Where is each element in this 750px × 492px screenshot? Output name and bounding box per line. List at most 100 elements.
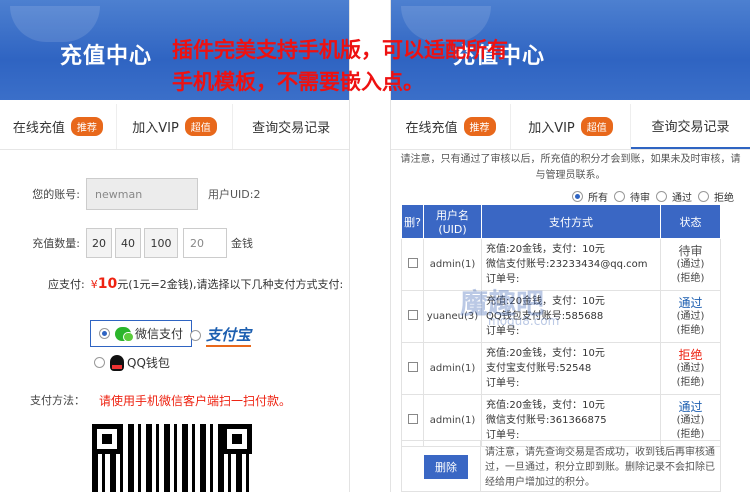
badge-value: 超值 (184, 117, 217, 136)
status-text: 待审 (678, 243, 703, 258)
pay-option-alipay[interactable]: 支付宝 (190, 324, 252, 347)
banner-decoration (10, 6, 100, 42)
detail-line: 支付宝支付账号:52548 (486, 363, 592, 374)
detail-line: 微信支付账号:23233434@qq.com (486, 259, 648, 270)
table-footer: 删除 请注意，请先查询交易是否成功，收到钱后再审核通过，一旦通过，积分立即到账。… (401, 440, 721, 492)
tab-online-recharge[interactable]: 在线充值 推荐 (0, 104, 117, 149)
amount-option-20[interactable]: 20 (86, 228, 112, 258)
tab-label: 在线充值 (405, 121, 458, 136)
qq-penguin-icon (110, 354, 124, 371)
status-text: 通过 (678, 295, 703, 310)
radio-selected-icon (99, 328, 110, 339)
badge-recommended: 推荐 (463, 117, 496, 136)
detail-line: 充值:20金钱，支付：10元 (486, 400, 605, 411)
tab-join-vip[interactable]: 加入VIP 超值 (117, 104, 234, 149)
radio-selected-icon (572, 191, 583, 202)
filter-approved[interactable]: 通过 (656, 189, 692, 204)
approve-link[interactable]: (通过) (661, 310, 720, 324)
amount-row: 充值数量: 20 40 100 20 金钱 (0, 228, 349, 258)
watermark-url: moqu8.com (488, 314, 560, 328)
row-detail: 充值:20金钱，支付：10元 支付宝支付账号:52548 订单号: (481, 342, 661, 395)
pay-option-label: QQ钱包 (127, 356, 170, 370)
col-delete: 删? (401, 204, 424, 239)
qr-finder (92, 424, 122, 454)
reject-link[interactable]: (拒绝) (661, 324, 720, 338)
tab-label: 查询交易记录 (651, 120, 730, 135)
tab-online-recharge[interactable]: 在线充值 推荐 (391, 104, 511, 149)
radio-icon (698, 191, 709, 202)
uid-text: 用户UID:2 (208, 188, 261, 201)
detail-line: 充值:20金钱，支付：10元 (486, 244, 605, 255)
row-checkbox[interactable] (407, 258, 418, 268)
amount-option-40[interactable]: 40 (115, 228, 141, 258)
tab-join-vip[interactable]: 加入VIP 超值 (511, 104, 631, 149)
table-row: admin(1) 充值:20金钱，支付：10元 微信支付账号:361366875… (401, 394, 721, 447)
badge-value: 超值 (580, 117, 613, 136)
status-filter: 所有 待审 通过 拒绝 (566, 189, 734, 204)
method-text: 请使用手机微信客户端扫一扫付款。 (99, 394, 292, 408)
filter-label: 通过 (672, 193, 692, 204)
row-status: 待审 (通过) (拒绝) (660, 238, 721, 291)
amount-option-100[interactable]: 100 (144, 228, 178, 258)
row-checkbox[interactable] (407, 414, 418, 424)
approve-link[interactable]: (通过) (661, 362, 720, 376)
recharge-panel-right: 充值中心 在线充值 推荐 加入VIP 超值 查询交易记录 请注意，只有通过了审核… (390, 0, 750, 492)
detail-line: 订单号: (486, 378, 520, 389)
account-row: 您的账号: newman 用户UID:2 (0, 178, 349, 210)
col-payment: 支付方式 (481, 204, 661, 239)
tab-query-records[interactable]: 查询交易记录 (233, 104, 349, 149)
row-status: 通过 (通过) (拒绝) (660, 394, 721, 447)
pay-option-wechat[interactable]: 微信支付 (90, 320, 193, 347)
wechat-icon (115, 326, 134, 342)
banner-title: 充值中心 (60, 44, 153, 69)
account-label: 您的账号: (32, 188, 80, 201)
row-user: admin(1) (423, 342, 482, 395)
table-row: admin(1) 充值:20金钱，支付：10元 微信支付账号:23233434@… (401, 238, 721, 291)
filter-label: 拒绝 (714, 193, 734, 204)
filter-rejected[interactable]: 拒绝 (698, 189, 734, 204)
amount-unit: 金钱 (231, 237, 253, 250)
approve-link[interactable]: (通过) (661, 258, 720, 272)
radio-icon (614, 191, 625, 202)
status-text: 拒绝 (678, 347, 703, 362)
tab-bar: 在线充值 推荐 加入VIP 超值 查询交易记录 (391, 104, 750, 150)
payment-due-row: 应支付: ¥ 10 元(1元=2金钱),请选择以下几种支付方式支付: (48, 276, 349, 292)
row-status: 拒绝 (通过) (拒绝) (660, 342, 721, 395)
delete-button[interactable]: 删除 (424, 455, 468, 479)
account-field: newman (86, 178, 198, 210)
row-detail: 充值:20金钱，支付：10元 微信支付账号:361366875 订单号: (481, 394, 661, 447)
status-text: 通过 (678, 399, 703, 414)
tab-query-records[interactable]: 查询交易记录 (631, 104, 750, 149)
reject-link[interactable]: (拒绝) (661, 376, 720, 390)
tab-label: 查询交易记录 (252, 121, 331, 136)
tab-label: 加入VIP (132, 121, 179, 136)
pay-currency: ¥ (90, 277, 98, 291)
review-notice: 请注意，只有通过了审核以后，所充值的积分才会到账，如果未及时审核，请与管理员联系… (400, 154, 741, 181)
row-user: admin(1) (423, 394, 482, 447)
alipay-logo: 支付宝 (206, 324, 252, 347)
detail-line: 充值:20金钱，支付：10元 (486, 348, 605, 359)
col-status: 状态 (660, 204, 721, 239)
tab-label: 在线充值 (12, 121, 65, 136)
pay-option-qq[interactable]: QQ钱包 (94, 354, 170, 371)
radio-icon (94, 357, 105, 368)
filter-all[interactable]: 所有 (572, 189, 608, 204)
row-checkbox[interactable] (407, 362, 418, 372)
pay-label: 应支付: (48, 278, 85, 291)
amount-label: 充值数量: (32, 237, 80, 250)
table-row: yuaneu(3) 充值:20金钱，支付：10元 QQ钱包支付账号:585688… (401, 290, 721, 343)
row-checkbox[interactable] (407, 310, 418, 320)
footer-note: 请注意，请先查询交易是否成功，收到钱后再审核通过，一旦通过，积分立即到账。删除记… (480, 441, 720, 491)
reject-link[interactable]: (拒绝) (661, 272, 720, 286)
filter-pending[interactable]: 待审 (614, 189, 650, 204)
filter-label: 待审 (630, 193, 650, 204)
amount-input[interactable]: 20 (183, 228, 227, 258)
qr-code (92, 424, 252, 492)
pay-option-label: 微信支付 (135, 327, 184, 341)
radio-icon (190, 330, 201, 341)
approve-link[interactable]: (通过) (661, 414, 720, 428)
promo-overlay-line2: 手机模板，不需要嵌入点。 (172, 70, 424, 94)
badge-recommended: 推荐 (70, 117, 103, 136)
payment-method-row: 支付方法： 请使用手机微信客户端扫一扫付款。 (30, 392, 291, 409)
row-status: 通过 (通过) (拒绝) (660, 290, 721, 343)
